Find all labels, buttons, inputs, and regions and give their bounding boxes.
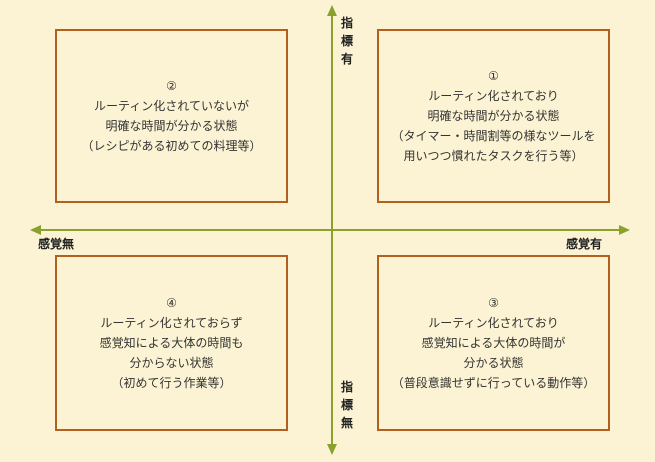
quadrant-4: ④ ルーティン化されておらず 感覚知による大体の時間も 分からない状態 （初めて… [55,255,288,431]
quadrant-4-line: 感覚知による大体の時間も [99,336,244,350]
arrow-down-icon [327,444,337,455]
quadrant-1-line: 用いつつ慣れたタスクを行う等） [403,149,584,163]
quadrant-1-number: ① [488,69,499,83]
axis-label-left: 感覚無 [38,237,75,251]
quadrant-4-number: ④ [166,296,177,310]
quadrant-2-line: 明確な時間が分かる状態 [105,119,238,133]
quadrant-2-line: ルーティン化されていないが [94,99,249,113]
quadrant-3-line: 分かる状態 [463,356,524,370]
quadrant-3-line: ルーティン化されており [428,316,559,330]
quadrant-1-line: ルーティン化されており [428,89,559,103]
quadrant-2-line: （レシピがある初めての料理等） [81,139,262,153]
quadrant-4-line: ルーティン化されておらず [100,316,243,330]
quadrant-1: ① ルーティン化されており 明確な時間が分かる状態 （タイマー・時間割等の様なツ… [377,29,610,203]
quadrant-3-line: 感覚知による大体の時間が [421,336,566,350]
axis-label-top: 指標有 [340,16,353,66]
axis-label-right: 感覚有 [566,237,603,251]
arrow-up-icon [327,5,337,16]
quadrant-3-number: ③ [488,296,499,310]
arrow-right-icon [619,225,630,235]
arrow-left-icon [30,225,41,235]
axis-label-bottom: 指標無 [340,380,353,430]
quadrant-3-line: （普段意識せずに行っている動作等） [391,376,596,390]
quadrant-3: ③ ルーティン化されており 感覚知による大体の時間が 分かる状態 （普段意識せず… [377,255,610,431]
quadrant-4-line: 分からない状態 [129,356,214,370]
quadrant-2: ② ルーティン化されていないが 明確な時間が分かる状態 （レシピがある初めての料… [55,29,288,203]
quadrant-1-line: 明確な時間が分かる状態 [427,109,560,123]
quadrant-1-line: （タイマー・時間割等の様なツールを [391,129,596,143]
quadrant-2-number: ② [166,79,177,93]
quadrant-4-line: （初めて行う作業等） [111,376,232,390]
